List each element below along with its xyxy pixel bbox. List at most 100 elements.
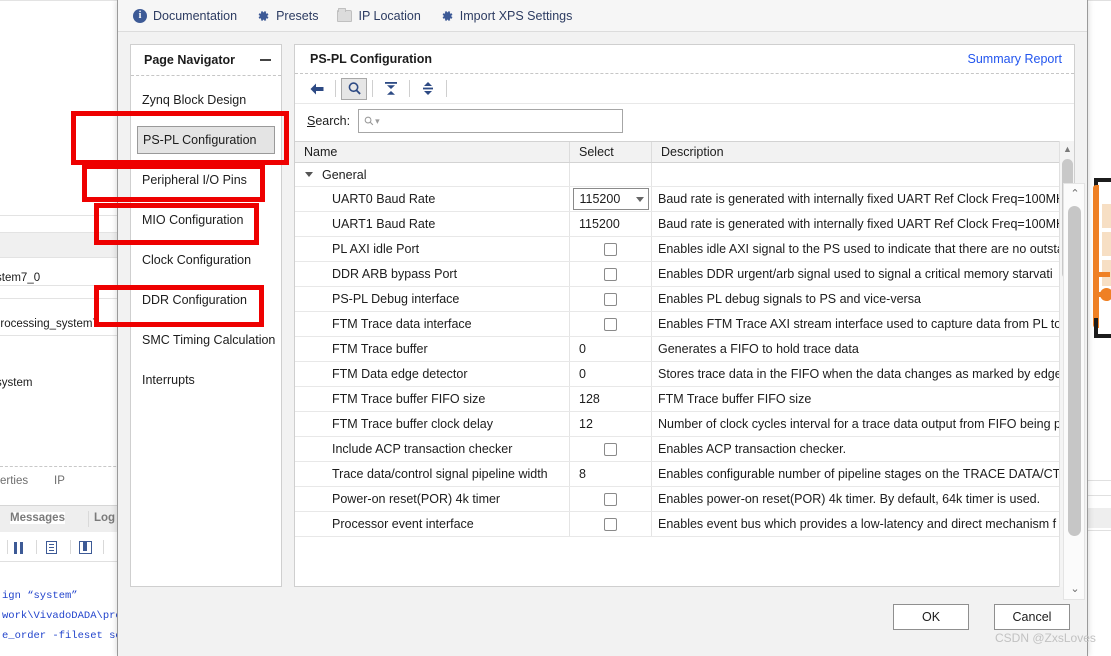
cell-description: Enables DDR urgent/arb signal used to si… [658,267,1053,281]
chevron-down-icon[interactable] [635,196,644,202]
checkbox[interactable] [604,242,617,256]
cell-select[interactable]: 0 [570,362,652,386]
bg-panel-tabstrip: Messages Log [0,506,126,532]
dialog-footer: OK Cancel [118,592,1087,656]
bg-tab-properties[interactable]: erties [0,475,28,487]
sidebar-item-ps-pl-configuration[interactable]: PS-PL Configuration [137,126,275,154]
cell-select[interactable]: 8 [570,462,652,486]
column-header-description[interactable]: Description [652,142,1074,162]
cancel-button[interactable]: Cancel [994,604,1070,630]
cell-description: FTM Trace buffer FIFO size [658,392,812,406]
sidebar-item-zynq-block-design[interactable]: Zynq Block Design [131,80,281,120]
back-arrow-icon[interactable] [304,78,330,100]
table-row[interactable]: PL AXI idle Port Enables idle AXI signal … [295,237,1074,262]
search-icon[interactable] [341,77,367,100]
table-row[interactable]: UART0 Baud Rate 115200 Baud rate is genera… [295,187,1074,212]
table-row[interactable]: Trace data/control signal pipeline width… [295,462,1074,487]
sidebar-item-interrupts[interactable]: Interrupts [131,360,281,400]
cell-select[interactable]: 115200 [570,187,652,211]
gear-icon [256,9,270,23]
page-title: PS-PL Configuration [310,52,432,66]
cell-description: Stores trace data in the FIFO when the d… [658,367,1062,381]
cell-name: Trace data/control signal pipeline width [295,462,570,486]
ip-location-button[interactable]: IP Location [337,7,421,23]
chevron-down-icon[interactable] [305,172,313,177]
scrollbar-thumb[interactable] [1068,206,1081,536]
checkbox[interactable] [604,292,617,306]
column-header-select[interactable]: Select [570,142,652,162]
table-row[interactable]: FTM Trace buffer FIFO size 128 FTM Trace b… [295,387,1074,412]
cell-select[interactable]: 128 [570,387,652,411]
sidebar-item-peripheral-io-pins[interactable]: Peripheral I/O Pins [131,160,281,200]
page-navigator-header: Page Navigator [131,45,281,76]
scroll-up-icon[interactable]: ▲ [1060,141,1075,156]
bg-panel-tab-messages[interactable]: Messages [10,512,65,524]
grid-icon[interactable] [79,541,92,559]
column-header-name[interactable]: Name [295,142,570,162]
table-row[interactable]: FTM Trace data interface Enables FTM Trac… [295,312,1074,337]
cell-select[interactable]: 12 [570,412,652,436]
collapse-all-icon[interactable] [378,78,404,100]
presets-button[interactable]: Presets [256,9,318,23]
sidebar-item-ddr-configuration[interactable]: DDR Configuration [131,280,281,320]
bg-tab-ip[interactable]: IP [54,475,65,487]
sidebar-item-clock-configuration[interactable]: Clock Configuration [131,240,281,280]
pause-icon[interactable] [14,541,24,559]
cell-select[interactable] [570,287,652,311]
table-row[interactable]: FTM Trace buffer 0 Generates a FIFO to hol… [295,337,1074,362]
cell-description: Enables event bus which provides a low-l… [658,517,1057,531]
cell-select[interactable] [570,312,652,336]
table-row[interactable]: UART1 Baud Rate 115200 Baud rate is genera… [295,212,1074,237]
cell-select[interactable] [570,512,652,536]
checkbox[interactable] [604,442,617,456]
cell-select[interactable] [570,163,652,186]
cell-select[interactable]: 0 [570,337,652,361]
cell-select[interactable] [570,262,652,286]
orange-port-icon [1100,288,1111,301]
table-row[interactable]: Power-on reset(POR) 4k timer Enables powe… [295,487,1074,512]
sidebar-item-label: PS-PL Configuration [143,133,257,147]
minimize-icon[interactable] [260,59,271,61]
table-row[interactable]: FTM Trace buffer clock delay 12 Number of … [295,412,1074,437]
select-dropdown[interactable]: 115200 [572,188,649,210]
import-xps-settings-button[interactable]: Import XPS Settings [440,9,572,23]
search-input[interactable]: ▾ [358,109,624,133]
background-message-panel: Messages Log ign “system” work\VivadoDAD… [0,505,126,656]
info-icon: i [133,8,147,23]
sidebar-item-label: Interrupts [142,373,195,387]
checkbox[interactable] [604,317,617,331]
checkbox[interactable] [604,517,617,531]
search-row: Search: ▾ [295,104,1074,138]
table-group-row[interactable]: General [295,163,1074,187]
documentation-button[interactable]: i Documentation [133,8,237,23]
expand-all-icon[interactable] [415,78,441,100]
scroll-up-icon[interactable]: ⌃ [1064,184,1086,202]
table-row[interactable]: DDR ARB bypass Port Enables DDR urgent/ar… [295,262,1074,287]
cell-select[interactable] [570,437,652,461]
cell-select[interactable]: 115200 [570,212,652,236]
table-row[interactable]: Processor event interface Enables event b… [295,512,1074,537]
content-toolbar [295,74,1074,104]
cell-description: Baud rate is generated with internally f… [658,192,1066,206]
document-icon[interactable] [46,541,57,559]
cell-name: FTM Trace buffer [295,337,570,361]
table-row[interactable]: PS-PL Debug interface Enables PL debug si… [295,287,1074,312]
checkbox[interactable] [604,267,617,281]
summary-report-link[interactable]: Summary Report [968,52,1062,66]
ok-button[interactable]: OK [893,604,969,630]
cell-name: FTM Trace buffer FIFO size [295,387,570,411]
sidebar-item-mio-configuration[interactable]: MIO Configuration [131,200,281,240]
dialog-vertical-scrollbar[interactable]: ⌃ ⌄ [1063,183,1085,600]
scroll-down-icon[interactable]: ⌄ [1064,579,1086,597]
table-header-row: Name Select Description [295,141,1074,163]
cell-description: Enables power-on reset(POR) 4k timer. By… [658,492,1041,506]
table-row[interactable]: FTM Data edge detector 0 Stores trace data… [295,362,1074,387]
cell-select[interactable] [570,487,652,511]
table-row[interactable]: Include ACP transaction checker Enables … [295,437,1074,462]
cell-description: Enables ACP transaction checker. [658,442,847,456]
sidebar-item-smc-timing-calculation[interactable]: SMC Timing Calculation [131,320,281,360]
bg-panel-tab-log[interactable]: Log [94,512,115,524]
cell-select[interactable] [570,237,652,261]
checkbox[interactable] [604,492,617,506]
page-navigator-list: Zynq Block Design PS-PL Configuration Pe… [131,76,281,400]
